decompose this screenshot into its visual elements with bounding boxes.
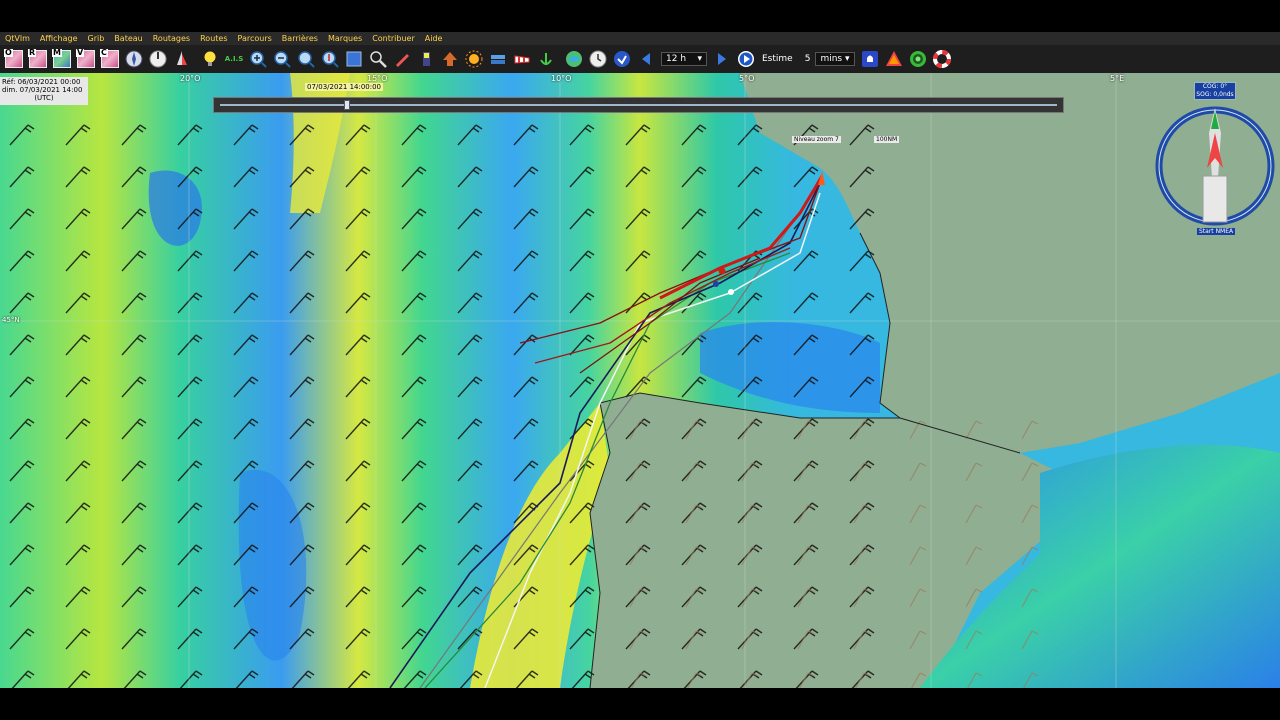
sog-text: SOG: 0,0nds — [1196, 91, 1234, 98]
angle-icon[interactable] — [148, 49, 168, 69]
boat-marker-red — [718, 267, 726, 275]
boat-icon[interactable] — [172, 49, 192, 69]
grib-c-label: C — [100, 48, 108, 57]
clock-icon[interactable] — [588, 49, 608, 69]
menu-barrieres[interactable]: Barrières — [277, 32, 323, 45]
date-info-box: Réf: 06/03/2021 00:00 dim. 07/03/2021 14… — [0, 77, 88, 105]
zoom-fit-icon[interactable] — [296, 49, 316, 69]
lon-label-5e: 5°E — [1110, 74, 1125, 83]
wind-barbs-land — [620, 413, 1040, 688]
pen-icon[interactable] — [392, 49, 412, 69]
boat-marker-white — [728, 289, 734, 295]
magnifier-icon[interactable] — [368, 49, 388, 69]
compass-icon[interactable] — [124, 49, 144, 69]
grib-m-button[interactable]: M — [52, 49, 72, 69]
menu-bar: QtVlm Affichage Grib Bateau Routages Rou… — [0, 32, 1280, 45]
cog-sog-box: COG: 0° SOG: 0,0nds — [1194, 82, 1236, 100]
ais-label: A.I.S — [224, 55, 244, 63]
ais-button[interactable]: A.I.S — [224, 49, 244, 69]
letterbox-top — [0, 0, 1280, 32]
interval-select[interactable]: 12 h ▾ — [661, 52, 707, 66]
flag-icon[interactable] — [416, 49, 436, 69]
weather-map[interactable]: Réf: 06/03/2021 00:00 dim. 07/03/2021 14… — [0, 73, 1280, 688]
arrow-up-icon[interactable] — [440, 49, 460, 69]
grib-v-label: V — [76, 48, 85, 57]
anchor-icon[interactable] — [536, 49, 556, 69]
lat-label-45n: 45°N — [2, 316, 20, 324]
menu-routages[interactable]: Routages — [148, 32, 195, 45]
time-slider-handle[interactable] — [344, 100, 351, 110]
ref-date: Réf: 06/03/2021 00:00 — [2, 78, 81, 86]
menu-grib[interactable]: Grib — [83, 32, 110, 45]
lon-label-20w: 20°O — [180, 74, 201, 83]
menu-affichage[interactable]: Affichage — [35, 32, 83, 45]
menu-routes[interactable]: Routes — [195, 32, 232, 45]
play-icon[interactable] — [736, 49, 756, 69]
prev-step-icon[interactable] — [636, 49, 656, 69]
scale-label: 100NM — [874, 136, 900, 143]
estime-value[interactable]: 5 — [805, 54, 811, 64]
estime-label: Estime — [762, 54, 793, 64]
current-date: dim. 07/03/2021 14:00 — [2, 86, 83, 94]
menu-aide[interactable]: Aide — [420, 32, 448, 45]
select-area-icon[interactable] — [344, 49, 364, 69]
zoom-out-icon[interactable] — [272, 49, 292, 69]
warning-icon[interactable] — [884, 49, 904, 69]
lon-label-10w: 10°O — [551, 74, 572, 83]
boat-marker-blue — [713, 281, 719, 287]
grib-o-label: O — [4, 48, 13, 57]
cog-text: COG: 0° — [1202, 83, 1228, 90]
layers-icon[interactable] — [488, 49, 508, 69]
grib-r-button[interactable]: R — [28, 49, 48, 69]
zoom-in-icon[interactable] — [248, 49, 268, 69]
zoom-boat-icon[interactable] — [320, 49, 340, 69]
sync-icon[interactable] — [612, 49, 632, 69]
lon-label-15w: 15°O — [367, 74, 388, 83]
sun-icon[interactable] — [464, 49, 484, 69]
estime-unit-select[interactable]: mins ▾ — [815, 52, 855, 66]
interval-value: 12 h — [666, 54, 687, 64]
toolbar: O R M V C A.I.S 12 h ▾ Estime 5 mins ▾ — [0, 45, 1280, 73]
start-nmea-label[interactable]: Start NMEA — [1197, 228, 1236, 235]
menu-qtvlm[interactable]: QtVlm — [0, 32, 35, 45]
menu-marques[interactable]: Marques — [323, 32, 367, 45]
globe-icon[interactable] — [564, 49, 584, 69]
timeline-label: 07/03/2021 14:00:00 — [305, 83, 384, 91]
grib-r-label: R — [28, 48, 37, 57]
grib-v-button[interactable]: V — [76, 49, 96, 69]
next-step-icon[interactable] — [712, 49, 732, 69]
menu-contribuer[interactable]: Contribuer — [367, 32, 420, 45]
zoom-level-label: Niveau zoom 7 — [792, 136, 841, 143]
windsock-icon[interactable] — [512, 49, 532, 69]
grib-m-label: M — [52, 48, 62, 57]
target-icon[interactable] — [908, 49, 928, 69]
bell-icon[interactable] — [860, 49, 880, 69]
estime-unit-value: mins — [820, 54, 843, 64]
grib-c-button[interactable]: C — [100, 49, 120, 69]
grib-o-button[interactable]: O — [4, 49, 24, 69]
menu-parcours[interactable]: Parcours — [232, 32, 276, 45]
time-slider[interactable] — [213, 97, 1064, 113]
letterbox-bottom — [0, 688, 1280, 720]
utc-label: (UTC) — [34, 94, 54, 102]
menu-bateau[interactable]: Bateau — [109, 32, 147, 45]
lifebuoy-icon[interactable] — [932, 49, 952, 69]
map-canvas — [0, 73, 1280, 688]
lon-label-5w: 5°O — [739, 74, 755, 83]
lightbulb-icon[interactable] — [200, 49, 220, 69]
